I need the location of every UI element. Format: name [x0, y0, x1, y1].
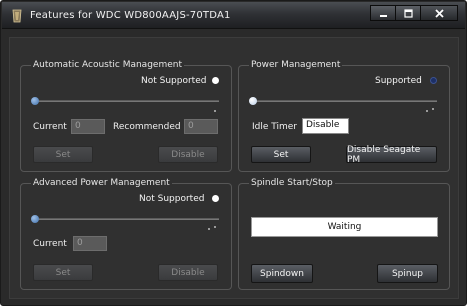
idle-timer-label: Idle Timer [252, 122, 297, 132]
aam-slider-thumb[interactable] [31, 97, 39, 105]
spinup-button[interactable]: Spinup [377, 264, 438, 283]
power-slider-tick [432, 108, 434, 110]
aam-current-field[interactable]: 0 [71, 119, 105, 134]
window-title: Features for WDC WD800AAJS-70TDA1 [30, 10, 231, 21]
idle-timer-field[interactable]: Disable [302, 118, 349, 134]
apm-status-indicator [212, 195, 219, 202]
spindle-title: Spindle Start/Stop [249, 178, 335, 188]
aam-recommended-field[interactable]: 0 [184, 119, 218, 134]
title-bar[interactable]: Features for WDC WD800AAJS-70TDA1 [2, 2, 465, 29]
apm-title: Advanced Power Management [31, 178, 172, 188]
apm-group: Advanced Power Management Not Supported … [20, 178, 232, 290]
apm-slider-tick [208, 228, 210, 230]
features-window: Features for WDC WD800AAJS-70TDA1 Automa… [0, 0, 467, 306]
power-status-indicator [430, 77, 437, 84]
minimize-button[interactable] [370, 5, 396, 21]
aam-current-label: Current [33, 122, 67, 132]
app-icon [12, 9, 22, 23]
disable-seagate-pm-button[interactable]: Disable Seagate PM [346, 145, 437, 165]
power-title: Power Management [249, 60, 343, 70]
maximize-icon [403, 8, 413, 18]
close-icon [434, 8, 444, 18]
aam-recommended-label: Recommended [113, 122, 181, 132]
aam-set-button[interactable]: Set [33, 146, 93, 163]
spindle-group: Spindle Start/Stop Waiting Spindown Spin… [238, 178, 450, 290]
apm-disable-button[interactable]: Disable [158, 264, 218, 281]
power-slider-thumb[interactable] [249, 97, 257, 105]
client-area: Automatic Acoustic Management Not Suppor… [9, 37, 459, 299]
apm-slider-thumb[interactable] [31, 215, 39, 223]
apm-set-button[interactable]: Set [33, 264, 93, 281]
spindle-status-box: Waiting [251, 217, 438, 237]
aam-disable-button[interactable]: Disable [158, 146, 218, 163]
apm-slider-track[interactable] [33, 218, 219, 220]
apm-status: Not Supported [139, 194, 205, 204]
power-slider-tick [426, 110, 428, 112]
aam-status: Not Supported [141, 76, 207, 86]
power-group: Power Management Supported Idle Timer Di… [238, 60, 450, 172]
maximize-button[interactable] [395, 5, 421, 21]
aam-slider-track[interactable] [33, 100, 219, 102]
aam-group: Automatic Acoustic Management Not Suppor… [20, 60, 232, 172]
apm-current-label: Current [33, 239, 67, 249]
power-set-button[interactable]: Set [251, 146, 311, 163]
aam-title: Automatic Acoustic Management [31, 60, 184, 70]
minimize-icon [379, 14, 387, 17]
apm-current-field[interactable]: 0 [73, 236, 107, 251]
aam-slider-tick [214, 110, 216, 112]
aam-status-indicator [212, 77, 219, 84]
power-slider-track[interactable] [251, 100, 437, 102]
apm-slider-tick [214, 226, 216, 228]
close-button[interactable] [420, 5, 458, 21]
spindown-button[interactable]: Spindown [251, 264, 313, 283]
power-status: Supported [375, 76, 422, 86]
